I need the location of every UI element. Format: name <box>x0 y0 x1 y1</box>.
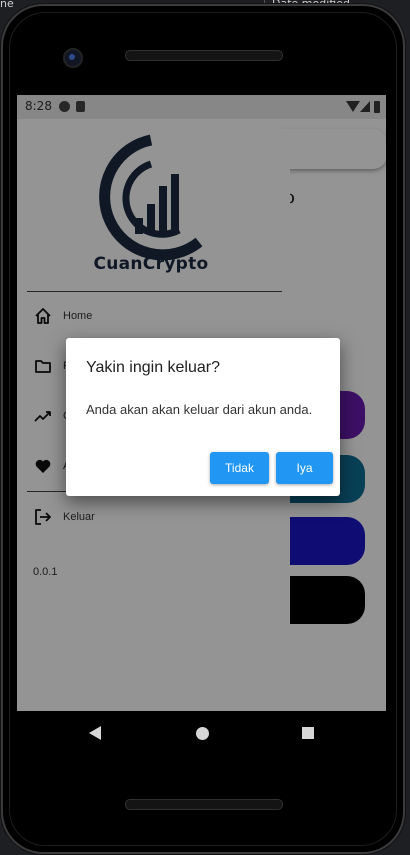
earpiece-speaker <box>125 50 283 61</box>
recents-icon[interactable] <box>302 727 314 739</box>
desktop-text-fragment: ne <box>0 0 14 10</box>
cancel-button[interactable]: Tidak <box>210 452 269 484</box>
back-icon[interactable] <box>89 726 101 740</box>
dialog-title: Yakin ingin keluar? <box>86 359 221 376</box>
confirm-button[interactable]: Iya <box>276 452 333 484</box>
home-circle-icon[interactable] <box>196 727 209 740</box>
phone-screen: 8:28 pp CuanCrypto <box>17 95 386 711</box>
dialog-message: Anda akan akan keluar dari akun anda. <box>86 402 313 417</box>
logout-confirm-dialog: Yakin ingin keluar? Anda akan akan kelua… <box>66 338 340 496</box>
front-camera <box>63 48 83 68</box>
bottom-speaker <box>125 799 283 810</box>
system-nav-bar <box>17 711 386 755</box>
